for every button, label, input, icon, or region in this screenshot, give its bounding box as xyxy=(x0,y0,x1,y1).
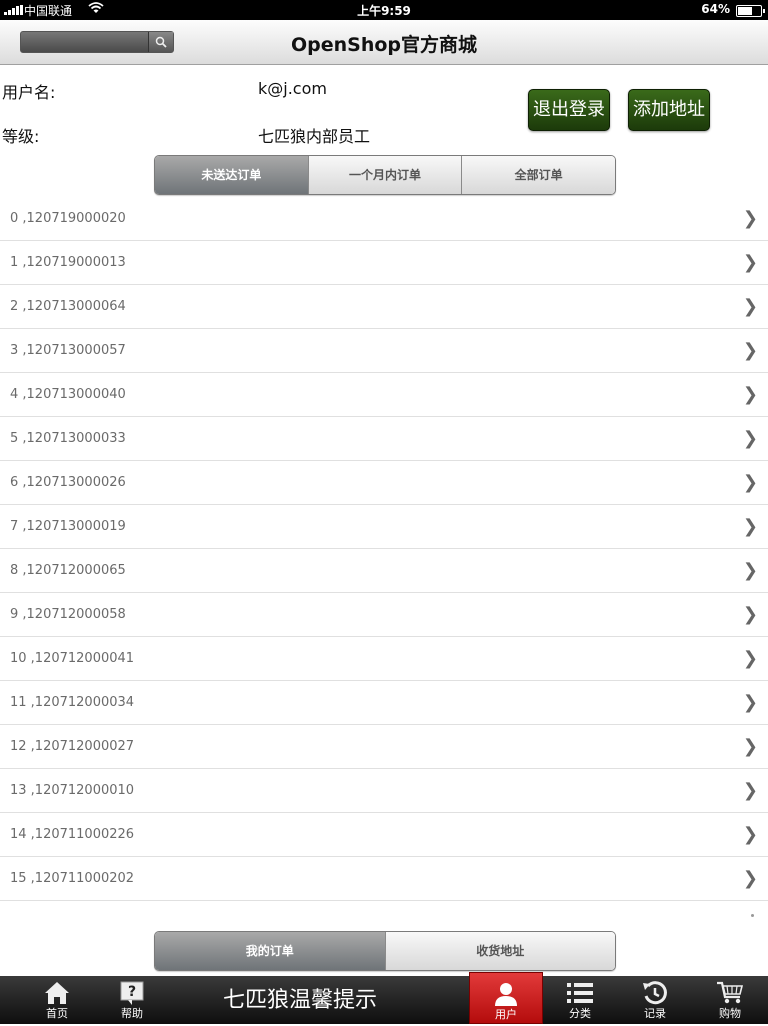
notice-text[interactable]: 七匹狼温馨提示 xyxy=(180,976,420,1026)
page-title: OpenShop官方商城 xyxy=(290,34,478,56)
chevron-right-icon: ❯ xyxy=(742,516,758,537)
tabbar-label: 购物 xyxy=(719,1007,741,1020)
order-row[interactable]: 1 ,120719000013 ❯ xyxy=(0,241,768,285)
cart-icon xyxy=(717,981,744,1004)
username-value: k@j.com xyxy=(258,79,327,98)
tabbar-label: 分类 xyxy=(569,1007,591,1020)
chevron-right-icon: ❯ xyxy=(742,868,758,889)
order-filter-tabs: 未送达订单 一个月内订单 全部订单 xyxy=(154,155,616,195)
order-number: 7 ,120713000019 xyxy=(10,519,126,534)
tab-month-orders[interactable]: 一个月内订单 xyxy=(307,156,462,194)
order-number: 13 ,120712000010 xyxy=(10,783,135,798)
tab-undelivered-orders[interactable]: 未送达订单 xyxy=(155,156,308,194)
order-number: 5 ,120713000033 xyxy=(10,431,126,446)
status-bar: 中国联通 上午9:59 64% xyxy=(0,0,768,20)
order-number: 4 ,120713000040 xyxy=(10,387,126,402)
chevron-right-icon: ❯ xyxy=(742,384,758,405)
chevron-right-icon: ❯ xyxy=(742,604,758,625)
tabbar-item-category[interactable]: 分类 xyxy=(550,976,610,1024)
order-number: 11 ,120712000034 xyxy=(10,695,135,710)
battery-percent: 64% xyxy=(701,2,730,16)
order-number: 1 ,120719000013 xyxy=(10,255,126,270)
order-list: 0 ,120719000020 ❯ 1 ,120719000013 ❯ 2 ,120… xyxy=(0,197,768,917)
order-row[interactable]: 5 ,120713000033 ❯ xyxy=(0,417,768,461)
order-row[interactable]: 8 ,120712000065 ❯ xyxy=(0,549,768,593)
chevron-right-icon: ❯ xyxy=(742,340,758,361)
home-icon xyxy=(45,982,69,1004)
order-number: 9 ,120712000058 xyxy=(10,607,126,622)
chevron-right-icon: ❯ xyxy=(742,208,758,229)
order-row[interactable]: 7 ,120713000019 ❯ xyxy=(0,505,768,549)
svg-text:?: ? xyxy=(128,984,136,1000)
chevron-right-icon: ❯ xyxy=(742,296,758,317)
order-row[interactable]: 13 ,120712000010 ❯ xyxy=(0,769,768,813)
order-row[interactable]: 2 ,120713000064 ❯ xyxy=(0,285,768,329)
chevron-right-icon: ❯ xyxy=(742,692,758,713)
chevron-right-icon: ❯ xyxy=(742,560,758,581)
nav-bar: OpenShop官方商城 xyxy=(0,20,768,65)
order-row[interactable]: 11 ,120712000034 ❯ xyxy=(0,681,768,725)
tab-my-orders[interactable]: 我的订单 xyxy=(155,932,385,970)
add-address-button[interactable]: 添加地址 xyxy=(628,89,710,131)
order-row[interactable]: 12 ,120712000027 ❯ xyxy=(0,725,768,769)
chevron-right-icon: ❯ xyxy=(742,780,758,801)
tab-shipping-address[interactable]: 收货地址 xyxy=(384,932,615,970)
chevron-right-icon: ❯ xyxy=(742,428,758,449)
tabbar-item-cart[interactable]: 购物 xyxy=(700,976,760,1024)
order-number: 0 ,120719000020 xyxy=(10,211,126,226)
chevron-right-icon: ❯ xyxy=(742,648,758,669)
order-row[interactable]: 6 ,120713000026 ❯ xyxy=(0,461,768,505)
order-row[interactable]: 14 ,120711000226 ❯ xyxy=(0,813,768,857)
order-row[interactable]: 4 ,120713000040 ❯ xyxy=(0,373,768,417)
tabbar-item-help[interactable]: ? 帮助 xyxy=(102,976,162,1024)
tabbar-label: 首页 xyxy=(46,1007,68,1020)
order-row[interactable]: 0 ,120719000020 ❯ xyxy=(0,197,768,241)
account-section-tabs: 我的订单 收货地址 xyxy=(154,931,616,971)
order-number: 15 ,120711000202 xyxy=(10,871,135,886)
tabbar-item-user[interactable]: 用户 xyxy=(469,972,543,1024)
tabbar-label: 记录 xyxy=(644,1007,666,1020)
battery-icon xyxy=(736,5,765,17)
chevron-right-icon: ❯ xyxy=(742,472,758,493)
chevron-right-icon: ❯ xyxy=(742,252,758,273)
tabbar-item-history[interactable]: 记录 xyxy=(625,976,685,1024)
scroll-indicator[interactable] xyxy=(751,914,754,917)
order-number: 2 ,120713000064 xyxy=(10,299,126,314)
tab-bar: 首页 ? 帮助 七匹狼温馨提示 用户 分类 记录 购物 xyxy=(0,972,768,1026)
order-number: 8 ,120712000065 xyxy=(10,563,126,578)
order-number: 12 ,120712000027 xyxy=(10,739,135,754)
status-time: 上午9:59 xyxy=(357,4,411,18)
level-value: 七匹狼内部员工 xyxy=(258,127,371,146)
order-number: 3 ,120713000057 xyxy=(10,343,126,358)
logout-button[interactable]: 退出登录 xyxy=(528,89,610,131)
order-row[interactable]: 15 ,120711000202 ❯ xyxy=(0,857,768,901)
tab-all-orders[interactable]: 全部订单 xyxy=(461,156,615,194)
username-label: 用户名: xyxy=(2,83,56,102)
chevron-right-icon: ❯ xyxy=(742,736,758,757)
tabbar-label: 用户 xyxy=(495,1008,517,1021)
help-icon: ? xyxy=(120,981,144,1005)
order-row[interactable]: 3 ,120713000057 ❯ xyxy=(0,329,768,373)
list-icon xyxy=(567,983,593,1003)
tabbar-item-home[interactable]: 首页 xyxy=(27,976,87,1024)
order-number: 6 ,120713000026 xyxy=(10,475,126,490)
order-row[interactable]: 9 ,120712000058 ❯ xyxy=(0,593,768,637)
order-number: 14 ,120711000226 xyxy=(10,827,135,842)
history-icon xyxy=(643,981,667,1005)
tabbar-label: 帮助 xyxy=(121,1007,143,1020)
level-label: 等级: xyxy=(2,127,40,146)
chevron-right-icon: ❯ xyxy=(742,824,758,845)
order-number: 10 ,120712000041 xyxy=(10,651,135,666)
user-icon xyxy=(495,983,517,1006)
order-row[interactable]: 10 ,120712000041 ❯ xyxy=(0,637,768,681)
